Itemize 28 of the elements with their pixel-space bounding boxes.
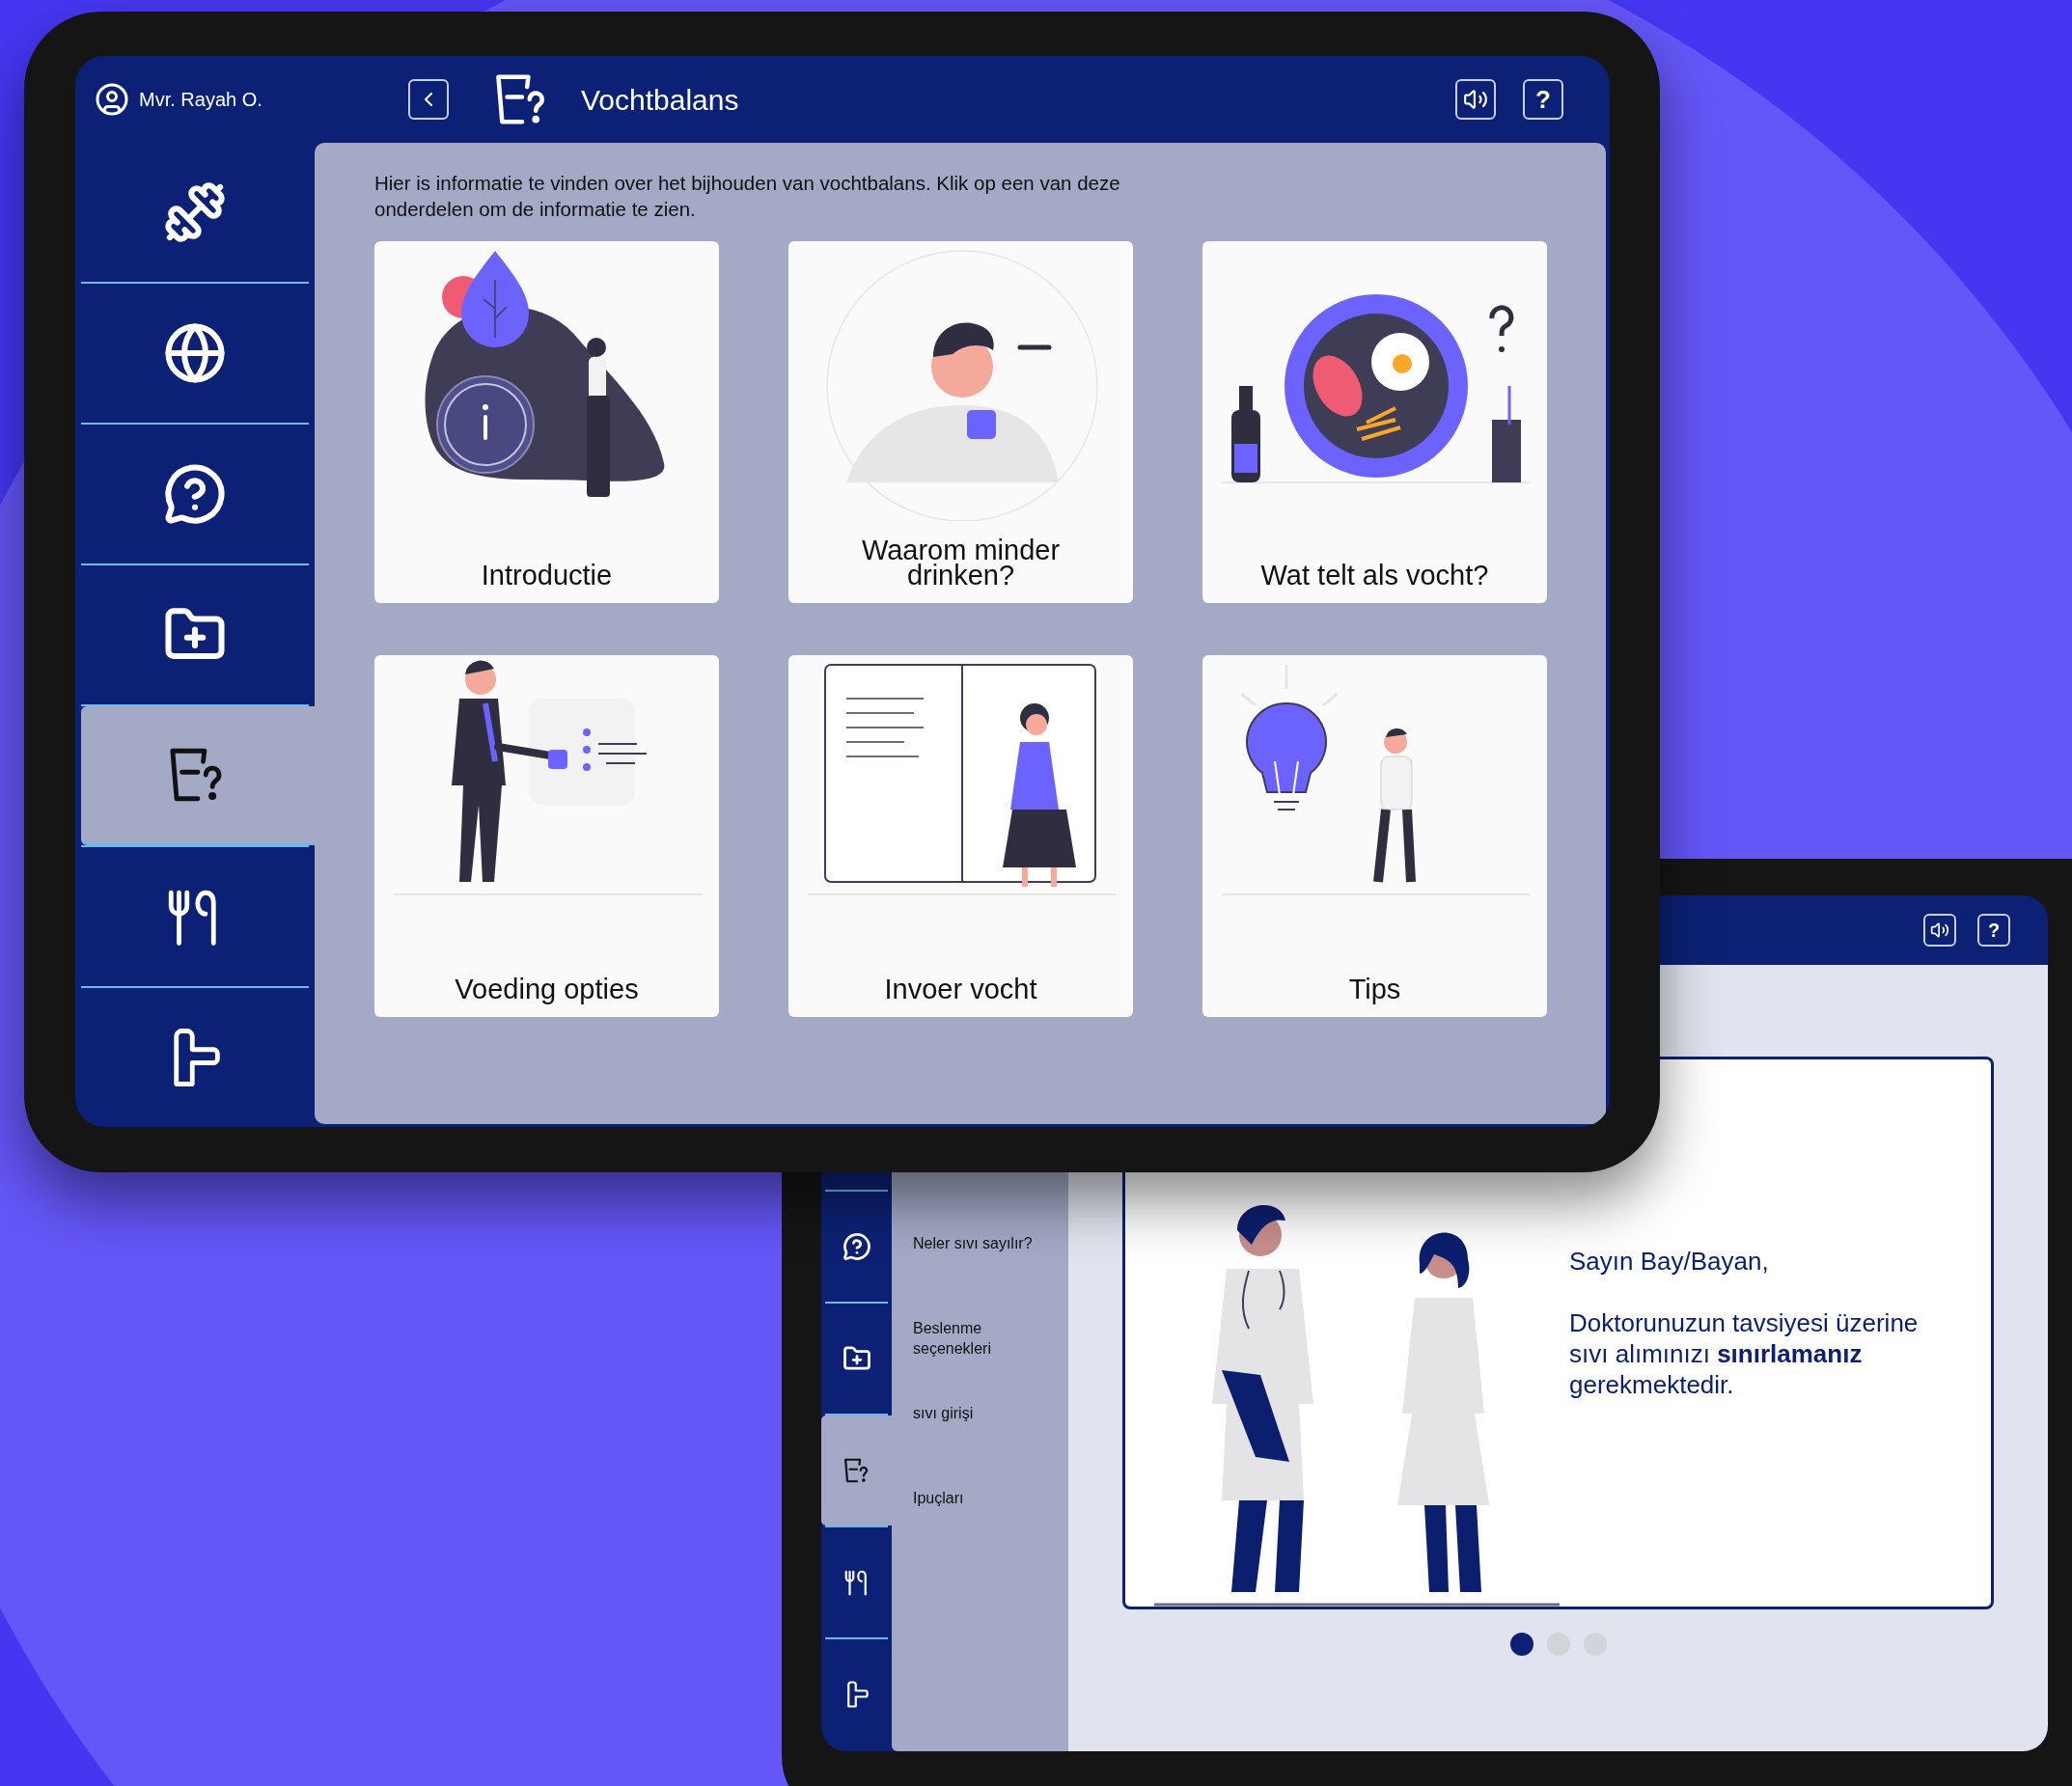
globe-icon (163, 321, 227, 385)
question-bubble-icon (842, 1232, 871, 1261)
submenu-item[interactable]: Neler sıvı sayılır? (913, 1233, 1059, 1318)
speaker-icon (1463, 87, 1488, 112)
help-button[interactable]: ? (1523, 79, 1563, 120)
audio-button[interactable] (1923, 914, 1956, 947)
topic-card[interactable]: Invoer vocht (788, 655, 1133, 1017)
topic-card[interactable]: Wat telt als vocht? (1202, 241, 1547, 603)
dumbbell-icon (163, 180, 227, 244)
topic-card[interactable]: Introductie (374, 241, 719, 603)
sidebar-nav-item[interactable] (81, 706, 315, 845)
intro-text: Hier is informatie te vinden over het bijhouden van vochtbalans. Klik op een van deze onderdelen om de informatie te zien. (374, 171, 1121, 222)
question-bubble-icon (163, 462, 227, 526)
submenu-item[interactable]: Beslenme seçenekleri (913, 1318, 1059, 1403)
topic-card[interactable]: Waarom minder drinken? (788, 241, 1133, 603)
help-button[interactable]: ? (1977, 914, 2010, 947)
topic-card[interactable]: Voeding opties (374, 655, 719, 1017)
message-text: Doktorunuzun tavsiyesi üzerine sıvı alımınızı sınırlamanız gerekmektedir. (1569, 1307, 1920, 1400)
speaker-icon (1930, 920, 1949, 940)
submenu-item[interactable]: Ipuçları (913, 1488, 1059, 1573)
audio-button[interactable] (1455, 79, 1496, 120)
back-button[interactable] (408, 79, 449, 120)
topic-card[interactable]: Tips (1202, 655, 1547, 1017)
user-avatar-icon (95, 82, 129, 117)
greeting-text: Sayın Bay/Bayan, (1569, 1246, 1770, 1278)
user-name: Mvr. Rayah O. (139, 88, 262, 112)
submenu-item[interactable]: sıvı girişi (913, 1403, 1059, 1488)
page-title: Vochtbalans (581, 82, 739, 118)
